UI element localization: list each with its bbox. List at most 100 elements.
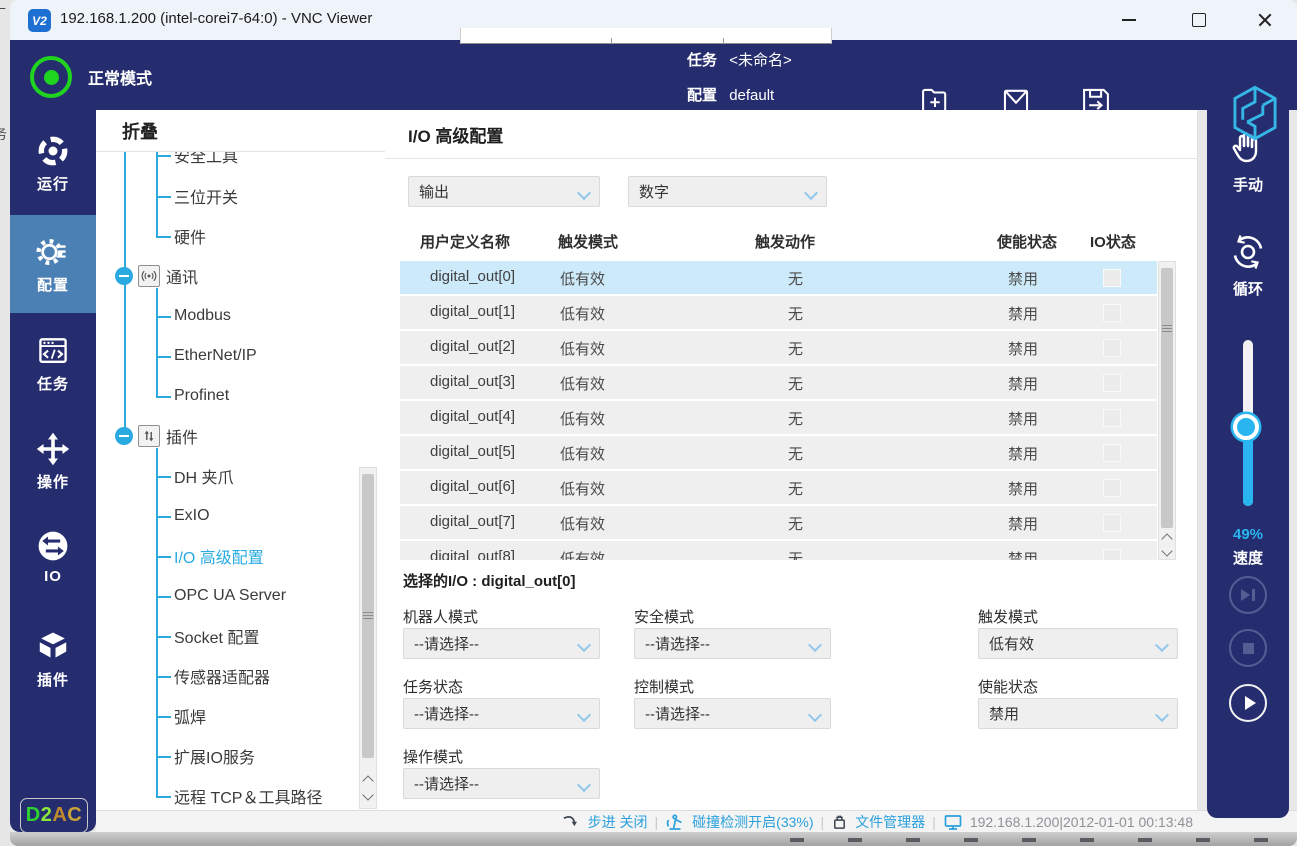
sidebar-item-config[interactable]: 配置 (10, 215, 96, 313)
sidebar-item-label: IO (44, 568, 62, 585)
swap-arrows-icon (138, 425, 160, 447)
sidebar-item-task[interactable]: 任务 (10, 318, 96, 408)
chevron-down-icon (804, 186, 818, 200)
speed-value: 49% (1207, 526, 1289, 543)
new-button[interactable]: 新建 (903, 84, 967, 146)
selected-io-label: 选择的I/O : digital_out[0] (403, 570, 576, 591)
table-row[interactable]: digital_out[5]低有效无禁用 (400, 436, 1157, 469)
desktop-background-sliver: ⌐ 务 (0, 0, 10, 846)
speed-slider-fill (1243, 429, 1253, 506)
minimize-button[interactable] (1106, 0, 1152, 40)
tree-item-profinet[interactable]: Profinet (96, 376, 356, 416)
config-tree-panel: 折叠 安全工具 三位开关 硬件 通讯 (96, 110, 386, 810)
open-button[interactable]: 打开 (984, 84, 1048, 146)
tree-item-arc-welding[interactable]: 弧焊 (96, 696, 356, 736)
table-scrollbar[interactable] (1158, 261, 1176, 560)
tree-item-extended-io-service[interactable]: 扩展IO服务 (96, 736, 356, 776)
tree-scroll-down-button[interactable] (360, 788, 376, 806)
table-row[interactable]: digital_out[7]低有效无禁用 (400, 506, 1157, 539)
tree-item-remote-tcp-tool-path[interactable]: 远程 TCP＆工具路径 (96, 776, 356, 809)
tree-node-plugin[interactable]: 插件 (96, 416, 356, 456)
collision-status[interactable]: 碰撞检测开启(33%) (692, 812, 813, 832)
tree-item-ethernet-ip[interactable]: EtherNet/IP (96, 336, 356, 376)
operation-mode-select[interactable]: --请选择-- (403, 768, 600, 799)
tree-item-socket-config[interactable]: Socket 配置 (96, 616, 356, 656)
save-button-label: 保存 (1083, 119, 1109, 138)
signal-type-value: 数字 (639, 181, 669, 202)
chevron-down-icon (577, 186, 591, 200)
save-button[interactable]: 保存 (1064, 84, 1128, 146)
tree-item-opc-ua-server[interactable]: OPC UA Server (96, 576, 356, 616)
tree-item-exio[interactable]: ExIO (96, 496, 356, 536)
io-state-checkbox[interactable] (1103, 304, 1121, 322)
sidebar-item-io[interactable]: IO (10, 511, 96, 601)
speed-slider-thumb[interactable] (1233, 414, 1259, 440)
step-forward-button[interactable] (1229, 576, 1267, 614)
table-row[interactable]: digital_out[0]低有效无禁用 (400, 261, 1157, 294)
tree-item-hardware[interactable]: 硬件 (96, 216, 356, 256)
tree-item-three-position-switch[interactable]: 三位开关 (96, 176, 356, 216)
tree-item-dh-gripper[interactable]: DH 夹爪 (96, 456, 356, 496)
io-state-checkbox[interactable] (1103, 269, 1121, 287)
sidebar-item-run[interactable]: 运行 (10, 118, 96, 208)
collapse-minus-icon[interactable] (115, 427, 133, 445)
collapse-minus-icon[interactable] (115, 267, 133, 285)
collapse-all-button[interactable]: 折叠 (96, 110, 385, 152)
table-row[interactable]: digital_out[4]低有效无禁用 (400, 401, 1157, 434)
task-state-label: 任务状态 (403, 676, 463, 697)
robot-mode-select[interactable]: --请选择-- (403, 628, 600, 659)
stop-button[interactable] (1229, 629, 1267, 667)
io-table: digital_out[0]低有效无禁用 digital_out[1]低有效无禁… (400, 261, 1157, 560)
d2ac-badge[interactable]: D2AC (20, 798, 88, 833)
tree-scrollbar[interactable] (359, 467, 377, 809)
step-status[interactable]: 步进 关闭 (588, 812, 648, 832)
safety-mode-select[interactable]: --请选择-- (634, 628, 831, 659)
io-direction-select[interactable]: 输出 (408, 176, 600, 207)
table-scrollbar-thumb[interactable] (1161, 268, 1173, 528)
separator: | (821, 814, 825, 830)
tree-item-safety-tool[interactable]: 安全工具 (96, 152, 356, 175)
cycle-mode-button[interactable]: 循环 (1207, 232, 1289, 299)
sidebar-item-label: 插件 (37, 669, 69, 690)
sidebar-item-plugin[interactable]: 插件 (10, 614, 96, 704)
close-button[interactable] (1242, 0, 1288, 40)
open-button-label: 打开 (1003, 119, 1029, 138)
io-swap-icon (35, 528, 71, 564)
tree-node-communication[interactable]: 通讯 (96, 256, 356, 296)
io-state-checkbox[interactable] (1103, 479, 1121, 497)
task-state-select[interactable]: --请选择-- (403, 698, 600, 729)
trigger-mode-select[interactable]: 低有效 (978, 628, 1178, 659)
table-row[interactable]: digital_out[2]低有效无禁用 (400, 331, 1157, 364)
app-header: 正常模式 任务 <未命名> 配置 default 新建 打开 (10, 40, 1297, 110)
scrollbar-grip-icon (363, 612, 373, 619)
vnc-toolbar-notch[interactable] (460, 28, 832, 44)
tree-item-modbus[interactable]: Modbus (96, 296, 356, 336)
table-row[interactable]: digital_out[3]低有效无禁用 (400, 366, 1157, 399)
vnc-viewer-window: ⌐ 务 V2 192.168.1.200 (intel-corei7-64:0)… (0, 0, 1297, 846)
io-state-checkbox[interactable] (1103, 549, 1121, 560)
table-scroll-down-button[interactable] (1159, 544, 1175, 561)
table-scroll-up-button[interactable] (1159, 528, 1175, 545)
new-file-icon (918, 84, 952, 118)
tree-item-io-advanced-config[interactable]: I/O 高级配置 (96, 536, 356, 576)
play-button[interactable] (1229, 684, 1267, 722)
file-manager-link[interactable]: 文件管理器 (855, 812, 925, 832)
divider (385, 158, 1197, 159)
io-state-checkbox[interactable] (1103, 514, 1121, 532)
io-state-checkbox[interactable] (1103, 409, 1121, 427)
tree-item-sensor-adapter[interactable]: 传感器适配器 (96, 656, 356, 696)
status-bar: 步进 关闭 | 碰撞检测开启(33%) | 文件管理器 | 192.168.1.… (96, 810, 1297, 832)
table-row[interactable]: digital_out[6]低有效无禁用 (400, 471, 1157, 504)
table-row[interactable]: digital_out[1]低有效无禁用 (400, 296, 1157, 329)
io-state-checkbox[interactable] (1103, 444, 1121, 462)
io-state-checkbox[interactable] (1103, 339, 1121, 357)
maximize-button[interactable] (1176, 0, 1222, 40)
table-row[interactable]: digital_out[8]低有效无禁用 (400, 541, 1157, 560)
tree-scroll-up-button[interactable] (360, 770, 376, 788)
enable-state-select[interactable]: 禁用 (978, 698, 1178, 729)
operation-mode-label: 操作模式 (403, 746, 463, 767)
io-state-checkbox[interactable] (1103, 374, 1121, 392)
control-mode-select[interactable]: --请选择-- (634, 698, 831, 729)
sidebar-item-operate[interactable]: 操作 (10, 416, 96, 506)
signal-type-select[interactable]: 数字 (628, 176, 827, 207)
